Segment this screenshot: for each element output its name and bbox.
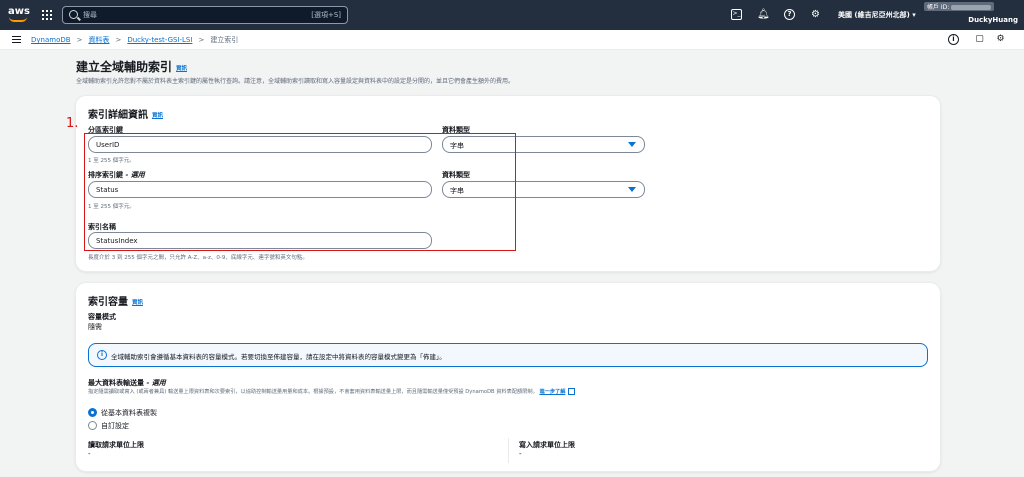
capacity-mode-label: 容量模式: [88, 313, 116, 321]
breadcrumb-table[interactable]: Ducky-test-GSI-LSI: [127, 36, 192, 44]
read-units-label: 讀取請求單位上限: [88, 441, 144, 449]
breadcrumb-separator: >: [76, 36, 83, 44]
radio-custom[interactable]: [88, 421, 97, 430]
annotation-highlight-box: [84, 133, 516, 251]
account-username: DuckyHuang: [968, 16, 1018, 24]
index-details-title: 索引詳細資訊 資訊: [88, 110, 164, 121]
menu-icon[interactable]: [12, 36, 21, 43]
max-throughput-description: 指定隨需讀取或寫入 (或兩者兼具) 輸送量上限資料表和次要索引，以協助控制輸送量…: [88, 388, 576, 395]
page-description: 全域輔助索引允許您對不屬於資料表主索引鍵的屬性執行查詢。請注意，全域輔助索引讀取…: [76, 78, 515, 85]
top-navigation: aws 搜尋 [選項+S] >_ 🔔︎ ? ⚙ 美國 (維吉尼亞州北部) ▾ 帳…: [0, 0, 1024, 30]
radio-copy-from-base[interactable]: [88, 408, 97, 417]
account-menu[interactable]: 帳戶 ID: DuckyHuang: [920, 0, 1024, 30]
index-capacity-title: 索引容量 資訊: [88, 297, 144, 308]
aws-logo[interactable]: aws: [8, 6, 30, 24]
feedback-icon[interactable]: ▢: [974, 34, 985, 45]
account-id: 帳戶 ID:: [924, 2, 995, 11]
write-units-label: 寫入請求單位上限: [519, 441, 575, 449]
read-units-value: -: [88, 450, 91, 458]
learn-more-link[interactable]: 進一步了解: [539, 389, 565, 395]
radio-copy-from-base-label[interactable]: 從基本資料表複製: [101, 408, 157, 418]
help-icon[interactable]: ?: [784, 9, 795, 20]
search-input[interactable]: 搜尋 [選項+S]: [62, 6, 348, 24]
max-throughput-label: 最大資料表輸送量 - 選用: [88, 379, 166, 387]
info-panel-icon[interactable]: i: [948, 34, 959, 45]
divider: [508, 438, 509, 463]
breadcrumb-current: 建立索引: [210, 36, 239, 44]
index-capacity-panel: 索引容量 資訊 容量模式 隨需 i 全域輔助索引會遵循基本資料表的容量模式。若要切…: [76, 283, 940, 471]
capacity-info-alert: i 全域輔助索引會遵循基本資料表的容量模式。若要切換至佈建容量，請在設定中將資料…: [88, 343, 928, 367]
breadcrumb-bar: DynamoDB > 資料表 > Ducky-test-GSI-LSI > 建立…: [0, 30, 1024, 50]
external-link-icon: [568, 388, 576, 395]
write-units-value: -: [519, 450, 522, 458]
capacity-alert-text: 全域輔助索引會遵循基本資料表的容量模式。若要切換至佈建容量，請在設定中將資料表的…: [111, 353, 446, 361]
search-placeholder: 搜尋: [83, 11, 97, 19]
region-selector[interactable]: 美國 (維吉尼亞州北部) ▾: [838, 10, 916, 20]
radio-custom-label[interactable]: 自訂設定: [101, 421, 129, 431]
breadcrumb-separator: >: [115, 36, 122, 44]
breadcrumb-tables[interactable]: 資料表: [88, 35, 109, 45]
search-shortcut: [選項+S]: [311, 11, 341, 19]
cloudshell-icon[interactable]: >_: [731, 9, 742, 20]
index-capacity-info-link[interactable]: 資訊: [132, 300, 143, 306]
breadcrumb-separator: >: [198, 36, 205, 44]
caret-down-icon: [628, 142, 636, 147]
index-name-hint: 長度介於 3 到 255 個字元之間，只允許 A-Z、a-z、0-9、底線字元、…: [88, 255, 308, 261]
preferences-icon[interactable]: ⚙: [995, 34, 1006, 45]
services-grid-icon[interactable]: [42, 10, 52, 20]
caret-down-icon: [628, 187, 636, 192]
info-icon: i: [97, 350, 107, 360]
breadcrumb-dynamodb[interactable]: DynamoDB: [31, 36, 71, 44]
gear-icon[interactable]: ⚙: [810, 9, 821, 20]
breadcrumb: DynamoDB > 資料表 > Ducky-test-GSI-LSI > 建立…: [31, 35, 238, 45]
annotation-number: 1.: [66, 116, 79, 131]
bell-icon[interactable]: 🔔︎: [757, 9, 770, 20]
index-details-info-link[interactable]: 資訊: [152, 113, 163, 119]
capacity-mode-value: 隨需: [88, 323, 102, 331]
page-title: 建立全域輔助索引 資訊: [76, 60, 188, 74]
page-info-link[interactable]: 資訊: [176, 66, 187, 72]
search-icon: [69, 10, 78, 19]
